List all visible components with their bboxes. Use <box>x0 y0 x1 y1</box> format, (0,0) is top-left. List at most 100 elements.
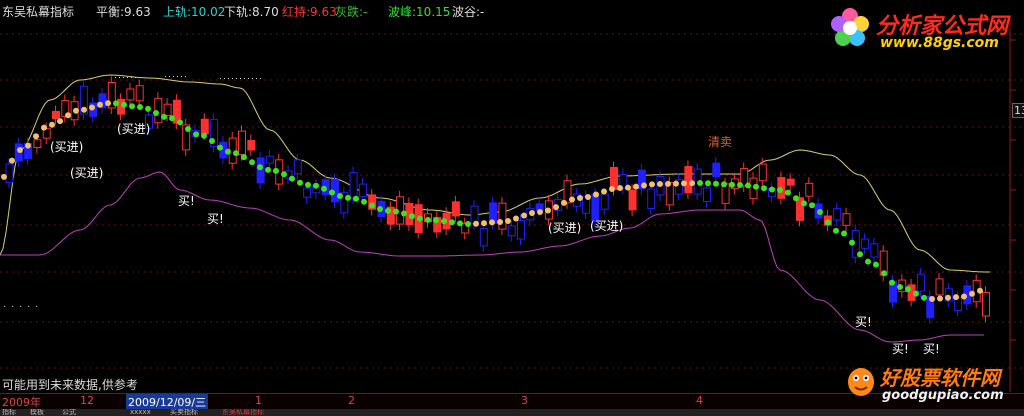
signal-dot <box>777 187 783 193</box>
signal-dot <box>1 173 7 180</box>
signal-dot <box>49 121 55 128</box>
signal-dot <box>153 110 159 116</box>
candle-body <box>451 201 460 217</box>
signal-dot <box>425 216 431 223</box>
reference-dot <box>181 76 182 77</box>
candle-body <box>256 157 265 184</box>
tab-dongwu[interactable]: 东吴私幕指标 <box>222 409 264 416</box>
signal-dot <box>369 202 375 209</box>
lower-band-value: 下轨:8.70 <box>224 5 279 19</box>
watermark-88gs: 分析家公式网 www.88gs.com <box>828 4 1018 54</box>
axis-label-month: 12 <box>80 394 94 407</box>
right-axis-price-label: 13 <box>1012 103 1024 118</box>
signal-dot <box>769 186 775 193</box>
signal-dot <box>881 270 887 277</box>
signal-dot <box>321 185 327 192</box>
signal-dot <box>785 189 791 196</box>
candle-body <box>805 182 814 197</box>
signal-dot <box>737 182 743 188</box>
candle-body <box>238 130 246 156</box>
tab-template[interactable]: 模板 <box>30 409 44 416</box>
signal-dot <box>289 175 295 182</box>
signal-dot <box>585 194 591 200</box>
signal-dot <box>689 180 695 187</box>
signal-dot <box>961 293 967 300</box>
candle-body <box>52 110 60 120</box>
reference-dot <box>20 306 21 307</box>
candle-body <box>758 163 767 182</box>
tab-item[interactable]: xxxxx <box>130 409 151 416</box>
candle-body <box>833 208 842 221</box>
candle-body <box>870 243 879 258</box>
signal-dot <box>633 183 639 190</box>
signal-dot <box>593 191 599 198</box>
signal-dot <box>553 204 559 211</box>
signal-dot <box>617 185 623 191</box>
crosshair-date: 2009/12/09/三 <box>126 394 209 409</box>
reference-dot <box>127 77 128 78</box>
chart-window[interactable]: 东吴私幕指标 平衡:9.63 上轨:10.02 下轨:8.70 红持:9.63 … <box>0 0 1024 416</box>
candle-body <box>126 88 135 101</box>
signal-dot <box>281 171 287 178</box>
candle-body <box>303 187 312 198</box>
signal-dot <box>841 230 847 237</box>
signal-dot <box>809 202 815 209</box>
watermark-url: goodgupiao.com <box>882 388 1004 403</box>
red-hold-value: 红持:9.63 <box>282 5 337 19</box>
reference-dot <box>4 306 5 307</box>
signal-buy: 买! <box>892 342 909 356</box>
reference-dot <box>131 77 132 78</box>
signal-dot <box>57 118 63 125</box>
signal-dot <box>345 194 351 201</box>
signal-buy-in: (买进) <box>117 122 151 136</box>
tab-buy-sell[interactable]: 买卖指标 <box>170 409 198 416</box>
candle-body <box>265 155 274 164</box>
signal-dot <box>17 147 23 153</box>
wave-peak-value: 波峰:10.15 <box>388 5 451 19</box>
signal-dot <box>505 218 511 224</box>
candle-body <box>935 278 944 296</box>
reference-dot <box>232 78 233 79</box>
reference-dot <box>256 78 257 79</box>
price-chart[interactable] <box>0 0 1024 416</box>
candle-body <box>842 213 851 226</box>
reference-dot <box>115 77 116 78</box>
signal-dot <box>161 113 167 120</box>
signal-dot <box>33 133 39 140</box>
signal-dot <box>337 193 343 199</box>
signal-dot <box>929 296 935 302</box>
signal-dot <box>681 180 687 187</box>
signal-dot <box>801 200 807 207</box>
gray-fall-value: 灰跌:- <box>335 5 368 19</box>
tab-formula[interactable]: 公式 <box>62 409 76 416</box>
signal-dot <box>457 220 463 227</box>
signal-dot <box>177 119 183 126</box>
reference-dot <box>119 77 120 78</box>
signal-dot <box>937 295 943 302</box>
signal-dot <box>545 207 551 214</box>
signal-dot <box>305 181 311 188</box>
signal-buy: 买! <box>178 194 195 208</box>
signal-dot <box>97 101 103 108</box>
tab-indicator[interactable]: 指标 <box>2 409 16 416</box>
candle-body <box>349 172 358 199</box>
candle-body <box>507 225 516 237</box>
future-data-warning: 可能用到未来数据,供参考 <box>2 378 138 392</box>
watermark-title: 好股票软件网 <box>880 366 1000 390</box>
signal-dot <box>657 181 663 187</box>
axis-label-month: 3 <box>521 394 528 407</box>
signal-dot <box>921 294 927 301</box>
candle-body <box>293 159 302 175</box>
candle-body <box>861 238 870 249</box>
signal-dot <box>665 180 671 187</box>
signal-dot <box>481 220 487 227</box>
reference-dot <box>36 306 37 307</box>
reference-dot <box>220 78 221 79</box>
signal-buy: 买! <box>207 212 224 226</box>
indicator-name: 东吴私幕指标 <box>2 5 75 19</box>
reference-dot <box>177 76 178 77</box>
candle-body <box>916 273 925 292</box>
signal-dot <box>561 199 567 206</box>
signal-buy-in: (买进) <box>50 140 84 154</box>
candle-body <box>600 193 609 210</box>
